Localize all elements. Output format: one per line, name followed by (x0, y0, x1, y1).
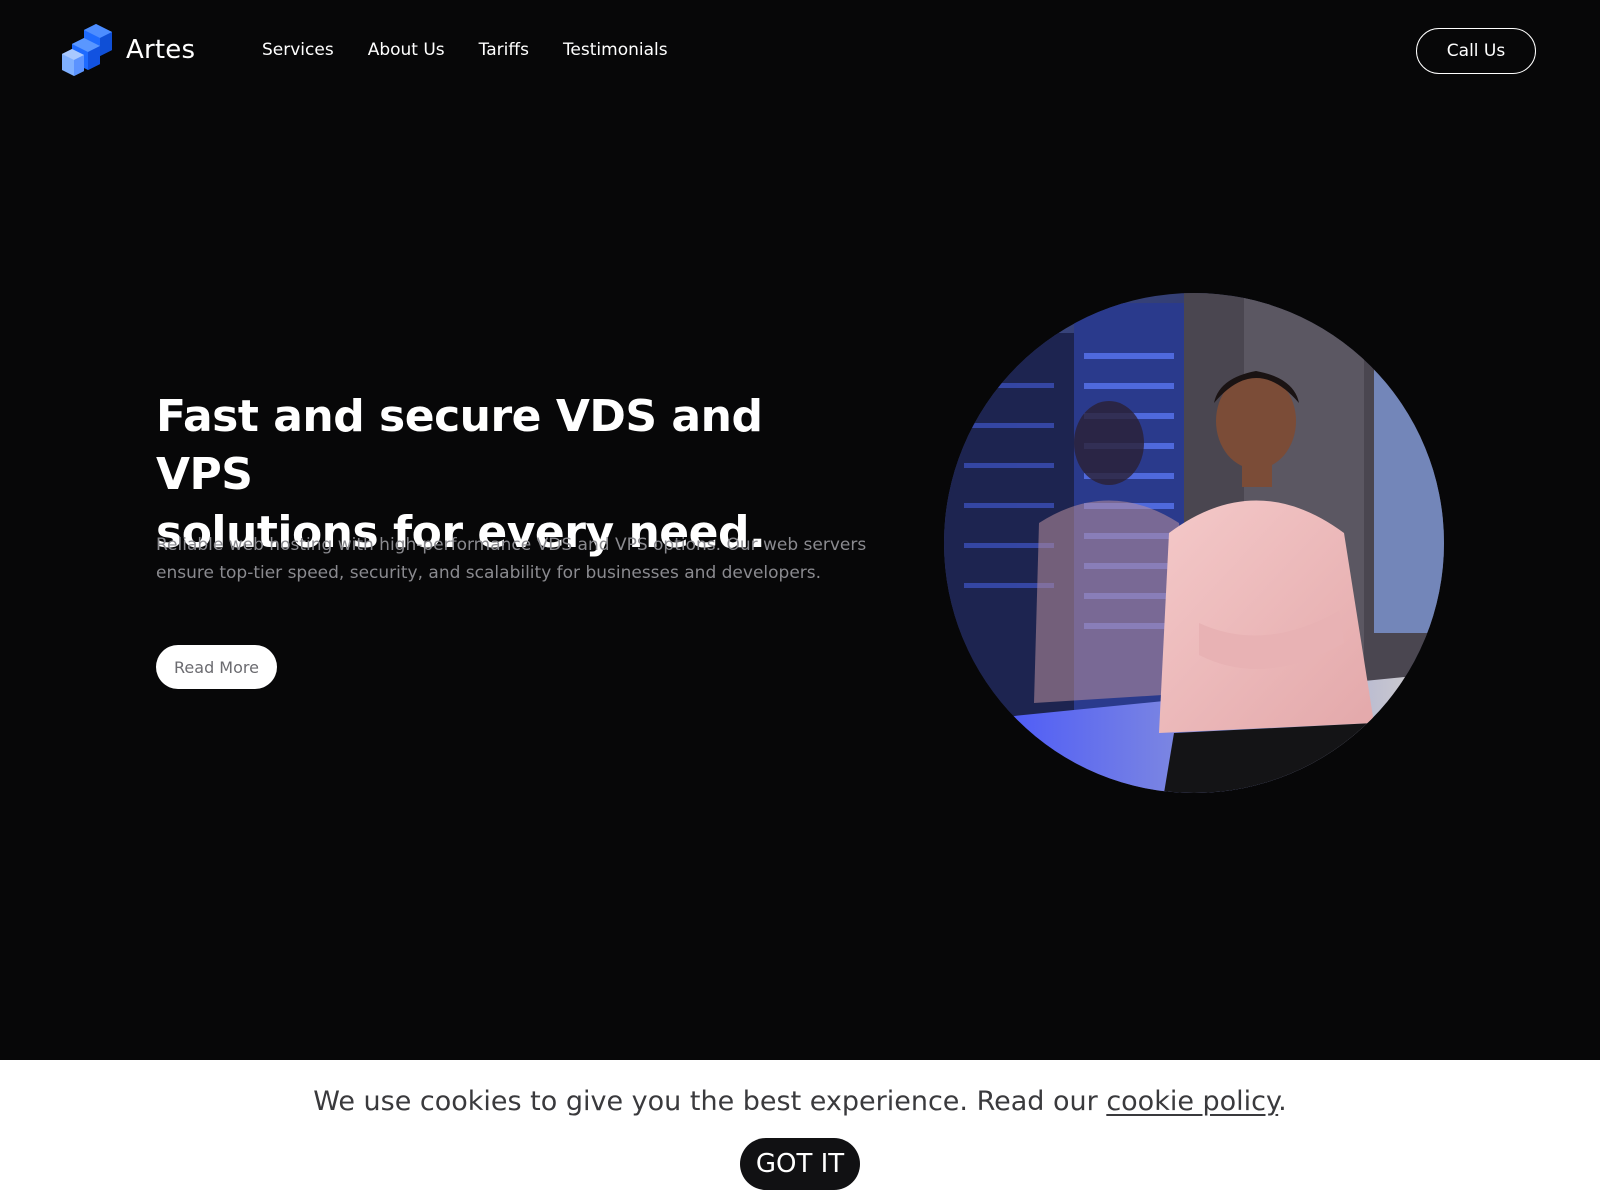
got-it-button[interactable]: GOT IT (740, 1138, 860, 1190)
hero-description: Reliable web hosting with high-performan… (156, 531, 876, 587)
cookie-message: We use cookies to give you the best expe… (0, 1086, 1600, 1118)
site-header: Artes Services About Us Tariffs Testimon… (0, 0, 1600, 100)
server-room-photo (944, 293, 1444, 793)
isometric-blocks-icon (62, 24, 112, 76)
nav-link-about-us[interactable]: About Us (368, 38, 445, 62)
hero-description-line-2: ensure top-tier speed, security, and sca… (156, 563, 822, 583)
cookie-message-text: We use cookies to give you the best expe… (313, 1086, 1107, 1117)
main-nav: Services About Us Tariffs Testimonials (262, 38, 702, 62)
hero-image (944, 293, 1444, 793)
read-more-button[interactable]: Read More (156, 645, 277, 689)
nav-link-testimonials[interactable]: Testimonials (563, 38, 668, 62)
hero-description-line-1: Reliable web hosting with high-performan… (156, 535, 867, 555)
nav-link-tariffs[interactable]: Tariffs (479, 38, 529, 62)
cookie-policy-link[interactable]: cookie policy (1106, 1086, 1278, 1117)
cookie-banner: We use cookies to give you the best expe… (0, 1060, 1600, 1200)
brand-logo[interactable]: Artes (60, 24, 195, 76)
cookie-message-period: . (1278, 1086, 1287, 1117)
hero-title-line-1: Fast and secure VDS and VPS (156, 391, 763, 500)
brand-name: Artes (126, 35, 196, 65)
call-us-button[interactable]: Call Us (1416, 28, 1536, 74)
nav-link-services[interactable]: Services (262, 38, 334, 62)
